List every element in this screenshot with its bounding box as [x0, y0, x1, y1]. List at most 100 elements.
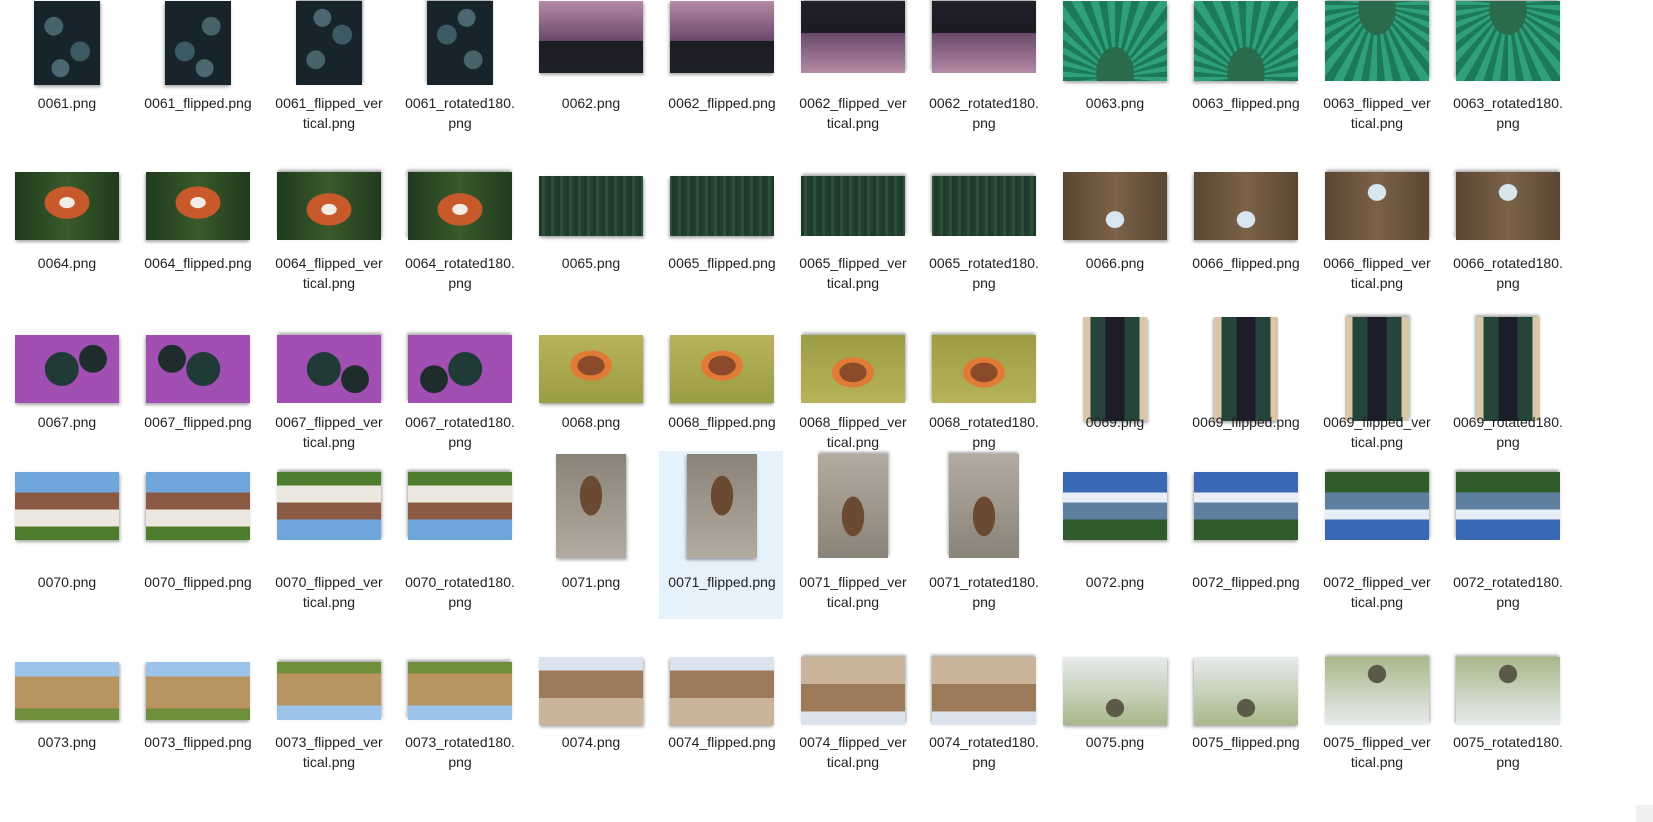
- file-name-line-1: 0068_rotated180.: [929, 414, 1039, 430]
- file-item[interactable]: 0063_rotated180. png: [1445, 0, 1569, 140]
- file-item[interactable]: 0061_rotated180. png: [397, 0, 521, 140]
- file-item[interactable]: 0070_rotated180. png: [397, 451, 521, 619]
- thumbnail-frame: [791, 1, 915, 85]
- thumbnail-image: [1063, 472, 1167, 540]
- file-item[interactable]: 0061_flipped_ver tical.png: [266, 0, 390, 140]
- file-item[interactable]: 0064_flipped.png: [135, 163, 259, 300]
- thumbnail-image: [408, 472, 512, 540]
- thumbnail-image: [408, 172, 512, 240]
- file-name-label: 0075_rotated180. png: [1446, 732, 1570, 772]
- image-thumbnail: [1194, 472, 1298, 540]
- file-item[interactable]: 0075_rotated180. png: [1445, 648, 1569, 779]
- thumbnail-frame: [267, 452, 391, 560]
- file-item[interactable]: 0073_flipped_ver tical.png: [266, 648, 390, 779]
- file-item[interactable]: 0072_flipped.png: [1183, 451, 1307, 619]
- file-item[interactable]: 0074_flipped_ver tical.png: [790, 648, 914, 779]
- file-item[interactable]: 0067_rotated180. png: [397, 326, 521, 459]
- file-name-line-2: png: [972, 115, 996, 131]
- file-item[interactable]: 0067_flipped.png: [135, 326, 259, 459]
- thumbnail-frame: [1446, 452, 1570, 560]
- file-item[interactable]: 0068.png: [528, 326, 652, 459]
- file-name-line-1: 0071_flipped.png: [668, 574, 776, 590]
- file-item[interactable]: 0065_flipped.png: [659, 163, 783, 300]
- thumbnail-frame: [267, 164, 391, 248]
- file-name-line-2: tical.png: [302, 434, 356, 450]
- file-name-label: 0071_rotated180. png: [922, 572, 1046, 612]
- file-item[interactable]: 0063_flipped_ver tical.png: [1314, 0, 1438, 140]
- file-item[interactable]: 0071_flipped.png: [659, 451, 783, 619]
- file-item[interactable]: 0066_flipped.png: [1183, 163, 1307, 300]
- thumbnail-image: [1063, 1, 1167, 81]
- file-item[interactable]: 0072.png: [1052, 451, 1176, 619]
- file-name-label: 0067.png: [5, 412, 129, 432]
- file-item[interactable]: 0065_flipped_ver tical.png: [790, 163, 914, 300]
- file-item[interactable]: 0066_rotated180. png: [1445, 163, 1569, 300]
- thumbnail-image: [1456, 657, 1560, 725]
- file-item[interactable]: 0075_flipped_ver tical.png: [1314, 648, 1438, 779]
- file-item[interactable]: 0068_rotated180. png: [921, 326, 1045, 459]
- file-item[interactable]: 0068_flipped_ver tical.png: [790, 326, 914, 459]
- file-item[interactable]: 0073_flipped.png: [135, 648, 259, 779]
- file-item[interactable]: 0069_flipped_ver tical.png: [1314, 317, 1438, 459]
- file-item[interactable]: 0072_rotated180. png: [1445, 451, 1569, 619]
- file-item[interactable]: 0068_flipped.png: [659, 326, 783, 459]
- file-item[interactable]: 0064_rotated180. png: [397, 163, 521, 300]
- file-item[interactable]: 0073.png: [4, 648, 128, 779]
- file-name-line-1: 0067_rotated180.: [405, 414, 515, 430]
- file-item[interactable]: 0066.png: [1052, 163, 1176, 300]
- file-item[interactable]: 0074_rotated180. png: [921, 648, 1045, 779]
- file-item[interactable]: 0061_flipped.png: [135, 0, 259, 140]
- file-item[interactable]: 0071_flipped_ver tical.png: [790, 451, 914, 619]
- image-thumbnail: [801, 657, 905, 725]
- file-name-line-2: png: [1496, 594, 1520, 610]
- thumbnail-frame: [791, 164, 915, 248]
- file-item[interactable]: 0069_flipped.png: [1183, 317, 1307, 459]
- file-name-label: 0061_flipped_ver tical.png: [267, 93, 391, 133]
- file-item[interactable]: 0064_flipped_ver tical.png: [266, 163, 390, 300]
- file-item[interactable]: 0070_flipped.png: [135, 451, 259, 619]
- file-item[interactable]: 0074_flipped.png: [659, 648, 783, 779]
- file-item[interactable]: 0065_rotated180. png: [921, 163, 1045, 300]
- file-item[interactable]: 0071.png: [528, 451, 652, 619]
- file-item[interactable]: 0071_rotated180. png: [921, 451, 1045, 619]
- file-item[interactable]: 0069.png: [1052, 317, 1176, 459]
- file-item[interactable]: 0067.png: [4, 326, 128, 459]
- thumbnail-frame: [529, 164, 653, 248]
- file-name-line-1: 0075.png: [1085, 734, 1145, 750]
- thumbnail-frame: [1446, 649, 1570, 733]
- file-item[interactable]: 0075_flipped.png: [1183, 648, 1307, 779]
- file-item[interactable]: 0072_flipped_ver tical.png: [1314, 451, 1438, 619]
- file-name-label: 0071_flipped_ver tical.png: [791, 572, 915, 612]
- image-thumbnail: [539, 176, 643, 236]
- file-item[interactable]: 0062_rotated180. png: [921, 0, 1045, 140]
- file-item[interactable]: 0066_flipped_ver tical.png: [1314, 163, 1438, 300]
- file-item[interactable]: 0062_flipped.png: [659, 0, 783, 140]
- file-item[interactable]: 0075.png: [1052, 648, 1176, 779]
- file-item[interactable]: 0070.png: [4, 451, 128, 619]
- file-name-line-1: 0071_flipped_ver: [799, 574, 907, 590]
- file-item[interactable]: 0067_flipped_ver tical.png: [266, 326, 390, 459]
- file-item[interactable]: 0061.png: [4, 0, 128, 140]
- image-thumbnail: [1325, 472, 1429, 540]
- file-name-line-1: 0063.png: [1085, 95, 1145, 111]
- file-item[interactable]: 0064.png: [4, 163, 128, 300]
- thumbnail-image: [1476, 317, 1540, 421]
- file-item[interactable]: 0063_flipped.png: [1183, 0, 1307, 140]
- image-thumbnail: [277, 335, 381, 403]
- file-item[interactable]: 0062.png: [528, 0, 652, 140]
- thumbnail-image: [932, 176, 1036, 236]
- file-item[interactable]: 0069_rotated180. png: [1445, 317, 1569, 459]
- file-item[interactable]: 0063.png: [1052, 0, 1176, 140]
- image-thumbnail: [408, 335, 512, 403]
- file-item[interactable]: 0074.png: [528, 648, 652, 779]
- image-thumbnail: [277, 472, 381, 540]
- file-item[interactable]: 0073_rotated180. png: [397, 648, 521, 779]
- image-thumbnail: [1083, 317, 1147, 421]
- file-item[interactable]: 0070_flipped_ver tical.png: [266, 451, 390, 619]
- thumbnail-frame: [5, 327, 129, 411]
- file-name-label: 0061_rotated180. png: [398, 93, 522, 133]
- thumbnail-image: [932, 335, 1036, 403]
- thumbnail-image: [687, 454, 757, 558]
- file-item[interactable]: 0065.png: [528, 163, 652, 300]
- file-item[interactable]: 0062_flipped_ver tical.png: [790, 0, 914, 140]
